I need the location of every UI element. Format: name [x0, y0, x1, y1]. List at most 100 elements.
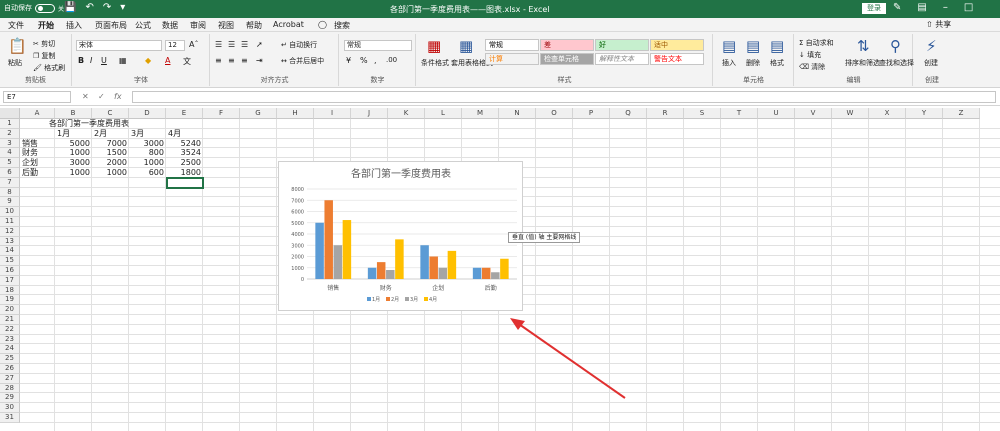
cell[interactable]: 1000	[57, 168, 90, 177]
row-header[interactable]: 5	[0, 158, 20, 168]
row-header[interactable]: 18	[0, 285, 20, 296]
autosave-toggle[interactable]	[35, 3, 55, 13]
column-header[interactable]: E	[166, 108, 203, 119]
select-all-corner[interactable]	[0, 108, 20, 119]
selected-cell[interactable]	[166, 176, 204, 189]
copy-button[interactable]: ❐ 复制	[33, 51, 56, 61]
cell[interactable]: 3000	[57, 158, 90, 167]
merge-center-button[interactable]: ↔ 合并后居中	[281, 56, 324, 66]
create-button[interactable]: 创建	[924, 58, 938, 68]
row-header[interactable]: 25	[0, 354, 20, 364]
cell[interactable]: 后勤	[22, 168, 53, 177]
column-header[interactable]: Z	[943, 108, 980, 119]
cell[interactable]: 1000	[94, 168, 127, 177]
column-header[interactable]: W	[832, 108, 869, 119]
cell[interactable]: 企划	[22, 158, 53, 167]
cell[interactable]: 1月	[57, 129, 90, 138]
style-warning[interactable]: 警告文本	[650, 53, 704, 65]
format-cells-button[interactable]: 格式	[770, 58, 784, 68]
column-header[interactable]: I	[314, 108, 351, 119]
style-explanatory[interactable]: 解释性文本	[595, 53, 649, 65]
row-header[interactable]: 22	[0, 324, 20, 335]
login-button[interactable]: 登录	[862, 3, 886, 14]
tab-help[interactable]: 帮助	[246, 20, 262, 31]
enter-icon[interactable]: ✓	[98, 92, 105, 101]
row-header[interactable]: 14	[0, 246, 20, 257]
align-middle-icon[interactable]: ☰	[228, 40, 235, 49]
cell[interactable]: 7000	[94, 139, 127, 148]
format-painter-button[interactable]: 🖌 格式刷	[33, 63, 65, 73]
row-header[interactable]: 2	[0, 128, 20, 139]
column-header[interactable]: B	[55, 108, 92, 119]
border-icon[interactable]: ▦	[119, 56, 127, 65]
column-header[interactable]: J	[351, 108, 388, 119]
cell[interactable]: 1800	[168, 168, 201, 177]
column-header[interactable]: S	[684, 108, 721, 119]
tab-review[interactable]: 审阅	[190, 20, 206, 31]
align-top-icon[interactable]: ☰	[215, 40, 222, 49]
cell[interactable]: 1500	[94, 148, 127, 157]
style-check-cell[interactable]: 检查单元格	[540, 53, 594, 65]
style-neutral[interactable]: 适中	[650, 39, 704, 51]
row-header[interactable]: 20	[0, 305, 20, 315]
sort-filter-button[interactable]: 排序和筛选	[845, 58, 880, 68]
style-good[interactable]: 好	[595, 39, 649, 51]
bold-icon[interactable]: B	[78, 56, 84, 65]
column-header[interactable]: U	[758, 108, 795, 119]
customize-icon[interactable]: ▾	[120, 2, 125, 13]
row-header[interactable]: 10	[0, 207, 20, 217]
chart-container[interactable]: 各部门第一季度费用表 0 1000 2000 3000 4000 5000 6000 7000 8…	[278, 161, 523, 311]
row-header[interactable]: 24	[0, 344, 20, 355]
sort-filter-icon[interactable]: ⇅	[857, 37, 870, 55]
format-cells-icon[interactable]: ▤	[770, 37, 784, 55]
comma-icon[interactable]: ,	[374, 56, 377, 65]
grow-font-icon[interactable]: Aˆ	[189, 40, 198, 49]
cell[interactable]: 600	[131, 168, 164, 177]
column-header[interactable]: K	[388, 108, 425, 119]
tab-view[interactable]: 视图	[218, 20, 234, 31]
row-header[interactable]: 23	[0, 334, 20, 345]
column-header[interactable]: L	[425, 108, 462, 119]
share-button[interactable]: ⇧ 共享	[926, 19, 951, 30]
tab-acrobat[interactable]: Acrobat	[273, 20, 304, 29]
align-left-icon[interactable]: ≡	[215, 56, 222, 65]
fill-button[interactable]: ↓ 填充	[799, 50, 821, 60]
tab-page-layout[interactable]: 页面布局	[95, 20, 127, 31]
paste-icon[interactable]: 📋	[8, 37, 27, 55]
cell[interactable]: 3月	[131, 129, 164, 138]
autosave-control[interactable]: 自动保存 关	[4, 3, 64, 13]
font-name-select[interactable]: 宋体	[76, 40, 162, 51]
cut-button[interactable]: ✂ 剪切	[33, 39, 55, 49]
indent-icon[interactable]: ⇥	[256, 56, 263, 65]
row-header[interactable]: 26	[0, 364, 20, 374]
pen-icon[interactable]: ✎	[893, 2, 901, 13]
column-header[interactable]: N	[499, 108, 536, 119]
column-header[interactable]: A	[20, 108, 55, 119]
cell[interactable]: 销售	[22, 139, 53, 148]
paste-button[interactable]: 粘贴	[8, 58, 22, 68]
row-header[interactable]: 7	[0, 177, 20, 188]
fx-icon[interactable]: fx	[114, 92, 122, 101]
style-bad[interactable]: 差	[540, 39, 594, 51]
percent-icon[interactable]: %	[360, 56, 368, 65]
row-header[interactable]: 30	[0, 403, 20, 413]
row-header[interactable]: 11	[0, 217, 20, 227]
row-header[interactable]: 13	[0, 236, 20, 247]
wrap-text-button[interactable]: ↵ 自动换行	[281, 40, 317, 50]
redo-icon[interactable]: ↷	[103, 2, 111, 13]
formula-input[interactable]	[132, 91, 996, 103]
name-box[interactable]: E7	[3, 91, 71, 103]
align-center-icon[interactable]: ≡	[228, 56, 235, 65]
column-header[interactable]: O	[536, 108, 573, 119]
lightning-icon[interactable]: ⚡	[926, 37, 937, 55]
font-color-icon[interactable]: A	[165, 56, 170, 65]
row-header[interactable]: 9	[0, 197, 20, 208]
cancel-icon[interactable]: ✕	[82, 92, 89, 101]
save-icon[interactable]: 💾	[64, 2, 76, 13]
cell[interactable]: 2月	[94, 129, 127, 138]
restore-icon[interactable]: □	[964, 2, 973, 13]
cell[interactable]: 5000	[57, 139, 90, 148]
tab-data[interactable]: 数据	[162, 20, 178, 31]
phonetic-icon[interactable]: 文	[183, 56, 191, 67]
tab-insert[interactable]: 插入	[66, 20, 82, 31]
